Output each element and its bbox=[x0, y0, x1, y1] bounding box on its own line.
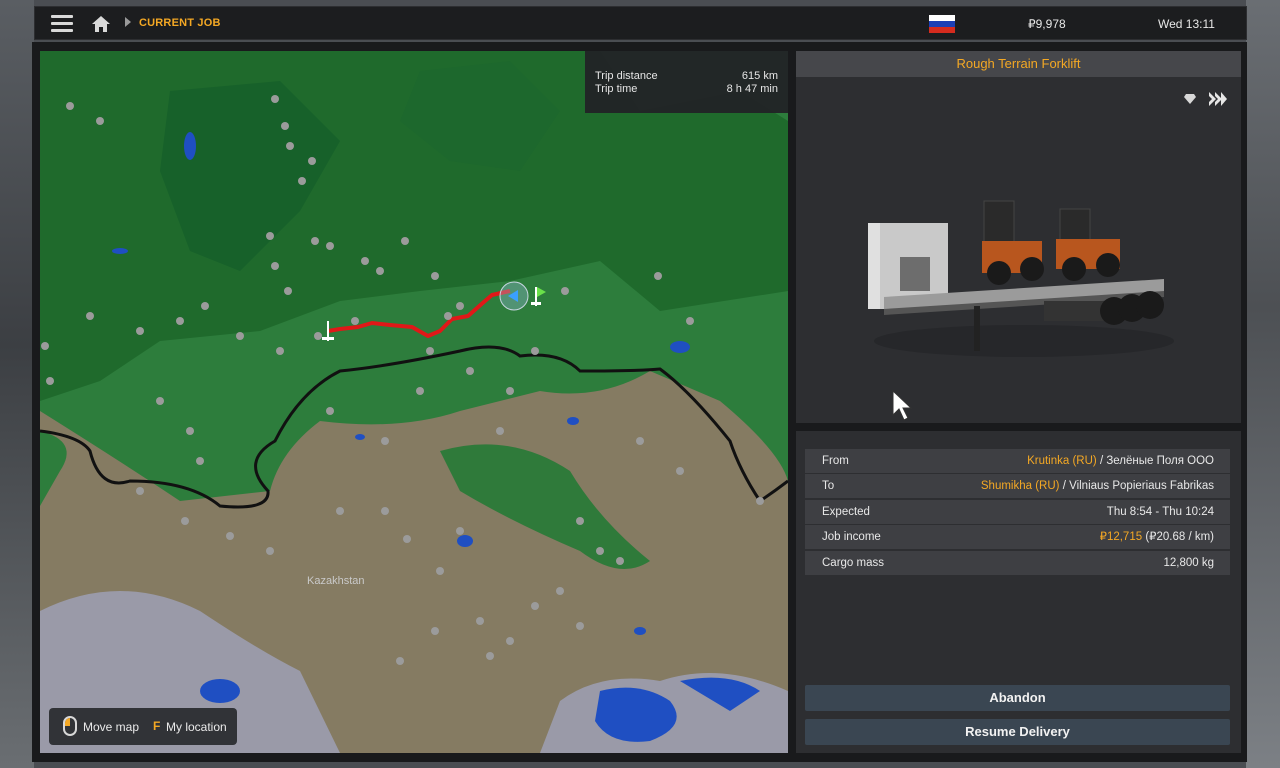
trip-time-label: Trip time bbox=[595, 83, 638, 95]
breadcrumb-arrow-icon bbox=[125, 17, 131, 27]
resume-delivery-button[interactable]: Resume Delivery bbox=[805, 719, 1230, 745]
detail-row-income: Job income ₽12,715 (₽20.68 / km) bbox=[805, 525, 1230, 549]
to-value: Shumikha (RU) / Vilniaus Popieriaus Fabr… bbox=[981, 474, 1214, 498]
from-label: From bbox=[822, 455, 849, 467]
detail-row-from: From Krutinka (RU) / Зелёные Поля ООО bbox=[805, 449, 1230, 473]
truck-position-icon bbox=[499, 281, 529, 311]
game-clock: Wed 13:11 bbox=[1158, 17, 1215, 31]
trip-time-row: Trip time 8 h 47 min bbox=[595, 83, 778, 95]
mouse-icon bbox=[63, 716, 77, 736]
fragile-gem-icon bbox=[1184, 94, 1196, 104]
income-value: ₽12,715 (₽20.68 / km) bbox=[1100, 525, 1214, 549]
russia-flag-icon bbox=[929, 15, 955, 33]
trip-time-value: 8 h 47 min bbox=[726, 83, 778, 95]
my-location-label[interactable]: My location bbox=[166, 720, 227, 734]
hamburger-menu-icon[interactable] bbox=[51, 15, 73, 33]
route-map[interactable]: Trip distance 615 km Trip time 8 h 47 mi… bbox=[40, 51, 788, 753]
trip-distance-value: 615 km bbox=[741, 70, 778, 82]
mass-value: 12,800 kg bbox=[1163, 557, 1214, 569]
expected-label: Expected bbox=[822, 506, 870, 518]
detail-row-mass: Cargo mass 12,800 kg bbox=[805, 551, 1230, 575]
to-label: To bbox=[822, 480, 835, 492]
background-left bbox=[0, 0, 34, 768]
background-right bbox=[1246, 0, 1280, 768]
job-details-panel: From Krutinka (RU) / Зелёные Поля ООО To… bbox=[796, 431, 1241, 753]
cargo-panel: Rough Terrain Forklift bbox=[796, 51, 1241, 423]
trip-info-panel: Trip distance 615 km Trip time 8 h 47 mi… bbox=[585, 51, 788, 113]
to-separator: / bbox=[1062, 480, 1066, 492]
mass-label: Cargo mass bbox=[822, 557, 884, 569]
move-map-label[interactable]: Move map bbox=[83, 720, 139, 734]
trip-distance-label: Trip distance bbox=[595, 70, 658, 82]
mouse-cursor-icon bbox=[892, 390, 913, 421]
expected-value: Thu 8:54 - Thu 10:24 bbox=[1106, 506, 1214, 518]
location-key: F bbox=[153, 719, 161, 733]
trailer-with-forklifts-image bbox=[868, 200, 1174, 357]
region-label: Kazakhstan bbox=[307, 575, 365, 587]
money-balance: ₽9,978 bbox=[1028, 17, 1066, 31]
from-separator: / bbox=[1099, 455, 1104, 467]
breadcrumb-current: CURRENT JOB bbox=[139, 17, 221, 29]
detail-row-to: To Shumikha (RU) / Vilniaus Popieriaus F… bbox=[805, 474, 1230, 498]
to-city: Shumikha (RU) bbox=[980, 480, 1060, 492]
home-icon[interactable] bbox=[91, 14, 111, 34]
abandon-button[interactable]: Abandon bbox=[805, 685, 1230, 711]
from-city: Krutinka (RU) bbox=[1027, 455, 1097, 467]
map-terrain bbox=[40, 51, 788, 753]
map-controls: Move map F My location bbox=[49, 708, 237, 745]
from-value: Krutinka (RU) / Зелёные Поля ООО bbox=[1027, 449, 1214, 473]
top-bar: CURRENT JOB ₽9,978 Wed 13:11 bbox=[34, 6, 1247, 40]
to-company: Vilniaus Popieriaus Fabrikas bbox=[1069, 480, 1214, 492]
trip-distance-row: Trip distance 615 km bbox=[595, 70, 778, 82]
income-amount: ₽12,715 bbox=[1099, 531, 1143, 543]
detail-row-expected: Expected Thu 8:54 - Thu 10:24 bbox=[805, 500, 1230, 524]
cargo-title: Rough Terrain Forklift bbox=[796, 51, 1241, 77]
skip-forward-icon bbox=[1209, 92, 1227, 106]
income-label: Job income bbox=[822, 531, 881, 543]
income-rate: (₽20.68 / km) bbox=[1145, 531, 1214, 543]
from-company: Зелёные Поля ООО bbox=[1106, 455, 1214, 467]
